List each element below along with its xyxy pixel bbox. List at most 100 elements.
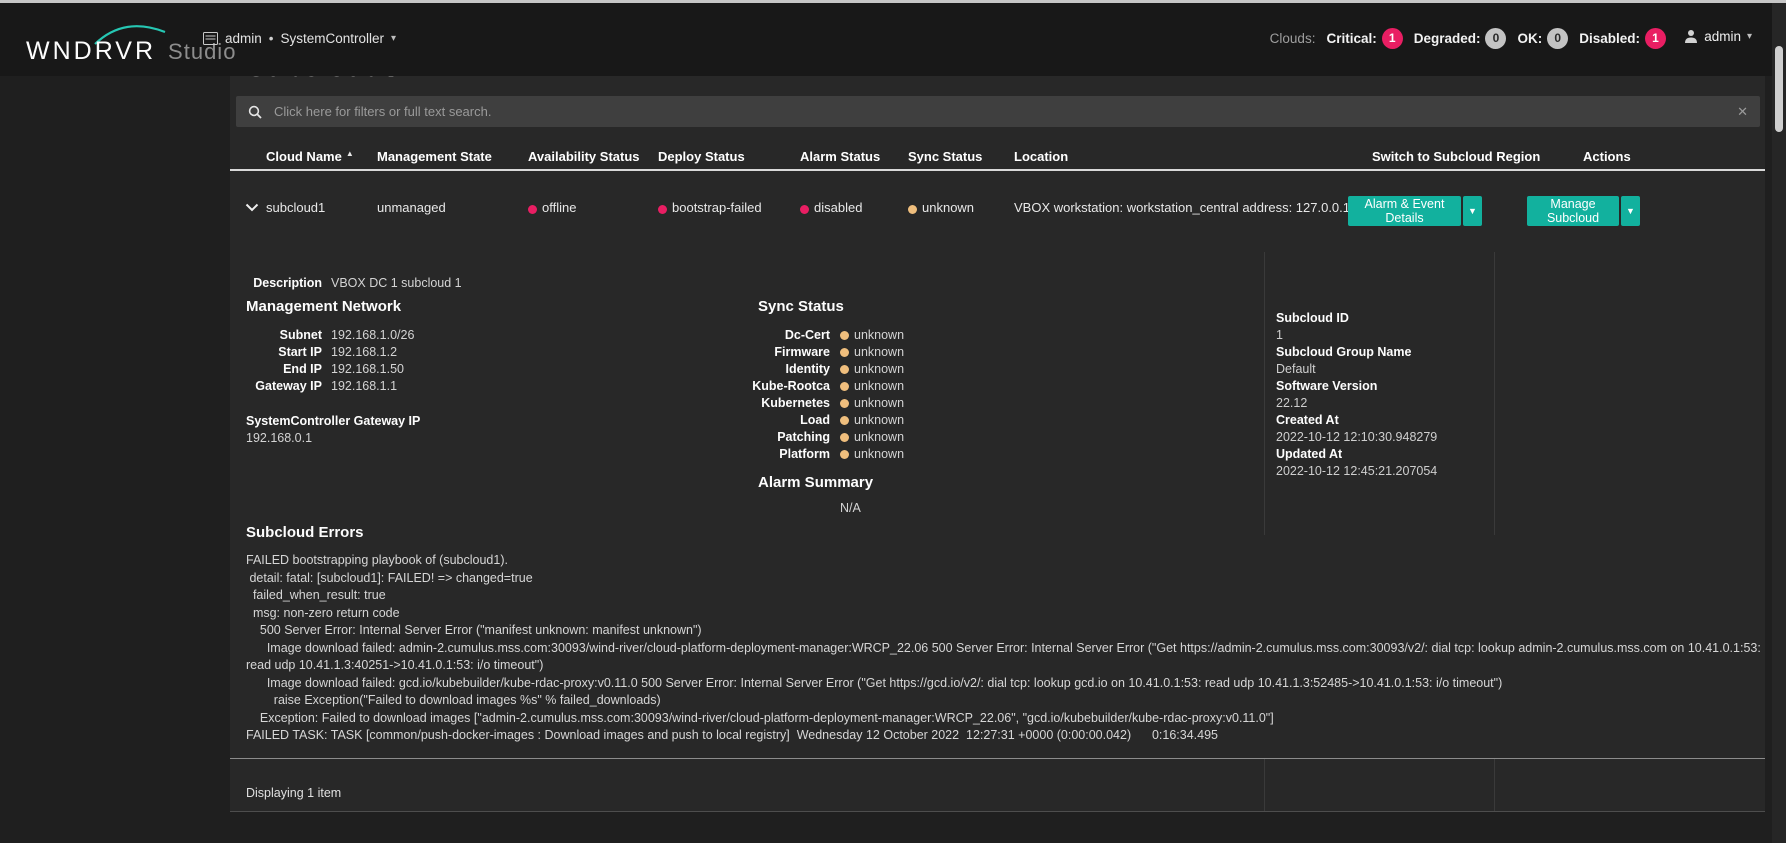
app-header: WNDRVR Studio admin • SystemController ▾… <box>0 0 1786 76</box>
systemcontroller-gateway-label: SystemController Gateway IP <box>246 414 420 428</box>
breadcrumb[interactable]: admin • SystemController ▾ <box>203 31 396 46</box>
manage-subcloud-dropdown-button[interactable]: ▼ <box>1621 196 1640 226</box>
collapse-row-icon[interactable] <box>245 203 259 212</box>
column-header-cloud-name[interactable]: Cloud Name ▲ <box>266 149 354 164</box>
app-window: Subclouds WNDRVR Studio admin • SystemCo… <box>0 0 1786 843</box>
column-header-alarm-status[interactable]: Alarm Status <box>800 149 880 164</box>
scrollbar-thumb[interactable] <box>1775 46 1783 132</box>
ok-count-badge: 0 <box>1547 28 1568 49</box>
clouds-disabled-label: Disabled: <box>1579 31 1640 46</box>
platform-label: Platform <box>630 447 830 461</box>
column-header-actions[interactable]: Actions <box>1583 149 1631 164</box>
error-line: detail: fatal: [subcloud1]: FAILED! => c… <box>246 571 533 585</box>
dc-cert-label: Dc-Cert <box>630 328 830 342</box>
cell-location: VBOX workstation: workstation_central ad… <box>1014 200 1350 215</box>
search-icon <box>248 105 262 119</box>
clouds-ok: OK: 0 <box>1517 28 1568 49</box>
user-menu[interactable]: admin ▾ <box>1684 29 1752 44</box>
user-menu-label: admin <box>1704 29 1741 44</box>
error-line: Image download failed: admin-2.cumulus.m… <box>246 641 1761 655</box>
critical-count-badge: 1 <box>1382 28 1403 49</box>
column-header-management-state[interactable]: Management State <box>377 149 492 164</box>
status-dot-unknown <box>840 450 849 459</box>
updated-at-value: 2022-10-12 12:45:21.207054 <box>1276 464 1437 478</box>
breadcrumb-separator: • <box>269 31 274 46</box>
column-header-deploy-status[interactable]: Deploy Status <box>658 149 745 164</box>
degraded-count-badge: 0 <box>1485 28 1506 49</box>
kubernetes-label: Kubernetes <box>630 396 830 410</box>
load-value: unknown <box>854 413 904 427</box>
column-header-location[interactable]: Location <box>1014 149 1068 164</box>
alarm-summary-title: Alarm Summary <box>758 474 873 491</box>
chevron-down-icon: ▼ <box>1468 206 1477 216</box>
clouds-summary: Clouds: Critical: 1 Degraded: 0 OK: 0 Di… <box>1270 26 1666 50</box>
sort-asc-icon: ▲ <box>346 149 354 158</box>
subnet-value: 192.168.1.0/26 <box>331 328 414 342</box>
status-dot-unknown <box>840 433 849 442</box>
subnet-label: Subnet <box>120 328 322 342</box>
error-line: Image download failed: gcd.io/kubebuilde… <box>246 676 1502 690</box>
column-header-availability-status[interactable]: Availability Status <box>528 149 640 164</box>
error-line: Exception: Failed to download images ["a… <box>246 711 1274 725</box>
cell-deploy-status: bootstrap-failed <box>672 200 762 215</box>
firmware-value: unknown <box>854 345 904 359</box>
breadcrumb-context: SystemController <box>281 31 385 46</box>
description-value: VBOX DC 1 subcloud 1 <box>331 276 462 290</box>
cell-cloud-name: subcloud1 <box>266 200 325 215</box>
alarm-event-details-dropdown-button[interactable]: ▼ <box>1463 196 1482 226</box>
cell-availability-status: offline <box>542 200 576 215</box>
description-label: Description <box>120 276 322 290</box>
error-line: FAILED TASK: TASK [common/push-docker-im… <box>246 728 1218 742</box>
status-dot-unknown <box>840 416 849 425</box>
table-header-border <box>230 169 1765 171</box>
table-item-count: Displaying 1 item <box>246 786 341 800</box>
manage-subcloud-button[interactable]: Manage Subcloud <box>1527 196 1619 226</box>
status-dot-unknown <box>840 399 849 408</box>
clouds-label: Clouds: <box>1270 31 1316 46</box>
end-ip-label: End IP <box>120 362 322 376</box>
end-ip-value: 192.168.1.50 <box>331 362 404 376</box>
software-version-value: 22.12 <box>1276 396 1307 410</box>
system-icon <box>203 32 218 45</box>
column-header-label: Cloud Name <box>266 149 342 164</box>
clouds-degraded-label: Degraded: <box>1414 31 1481 46</box>
logo-brand-text: WNDRVR <box>26 37 156 66</box>
column-header-sync-status[interactable]: Sync Status <box>908 149 982 164</box>
identity-value: unknown <box>854 362 904 376</box>
management-network-title: Management Network <box>246 298 401 315</box>
clouds-degraded: Degraded: 0 <box>1414 28 1507 49</box>
firmware-label: Firmware <box>630 345 830 359</box>
created-at-label: Created At <box>1276 413 1339 427</box>
chevron-down-icon[interactable]: ▾ <box>391 33 396 44</box>
clouds-ok-label: OK: <box>1517 31 1542 46</box>
status-dot-critical <box>528 205 537 214</box>
alarm-event-details-button[interactable]: Alarm & Event Details <box>1348 196 1461 226</box>
subcloud-id-value: 1 <box>1276 328 1283 342</box>
gateway-ip-label: Gateway IP <box>120 379 322 393</box>
patching-label: Patching <box>630 430 830 444</box>
kube-rootca-value: unknown <box>854 379 904 393</box>
start-ip-value: 192.168.1.2 <box>331 345 397 359</box>
sync-status-title: Sync Status <box>758 298 844 315</box>
error-line: FAILED bootstrapping playbook of (subclo… <box>246 553 508 567</box>
search-input[interactable] <box>272 103 1725 120</box>
cell-sync-status: unknown <box>922 200 974 215</box>
error-line: read udp 10.41.1.3:40251->10.41.0.1:53: … <box>246 658 543 672</box>
clouds-critical-label: Critical: <box>1326 31 1376 46</box>
footer-column-divider <box>1264 758 1265 811</box>
subcloud-id-label: Subcloud ID <box>1276 311 1349 325</box>
chevron-down-icon: ▼ <box>1626 206 1635 216</box>
status-dot-critical <box>800 205 809 214</box>
status-dot-critical <box>658 205 667 214</box>
error-line: 500 Server Error: Internal Server Error … <box>246 623 702 637</box>
load-label: Load <box>630 413 830 427</box>
updated-at-label: Updated At <box>1276 447 1342 461</box>
systemcontroller-gateway-value: 192.168.0.1 <box>246 431 312 445</box>
subcloud-group-name-label: Subcloud Group Name <box>1276 345 1411 359</box>
clear-search-icon[interactable]: ✕ <box>1725 104 1760 120</box>
created-at-value: 2022-10-12 12:10:30.948279 <box>1276 430 1437 444</box>
clouds-critical: Critical: 1 <box>1326 28 1402 49</box>
subcloud-group-name-value: Default <box>1276 362 1316 376</box>
column-header-switch-region[interactable]: Switch to Subcloud Region <box>1372 149 1540 164</box>
clouds-disabled: Disabled: 1 <box>1579 28 1666 49</box>
